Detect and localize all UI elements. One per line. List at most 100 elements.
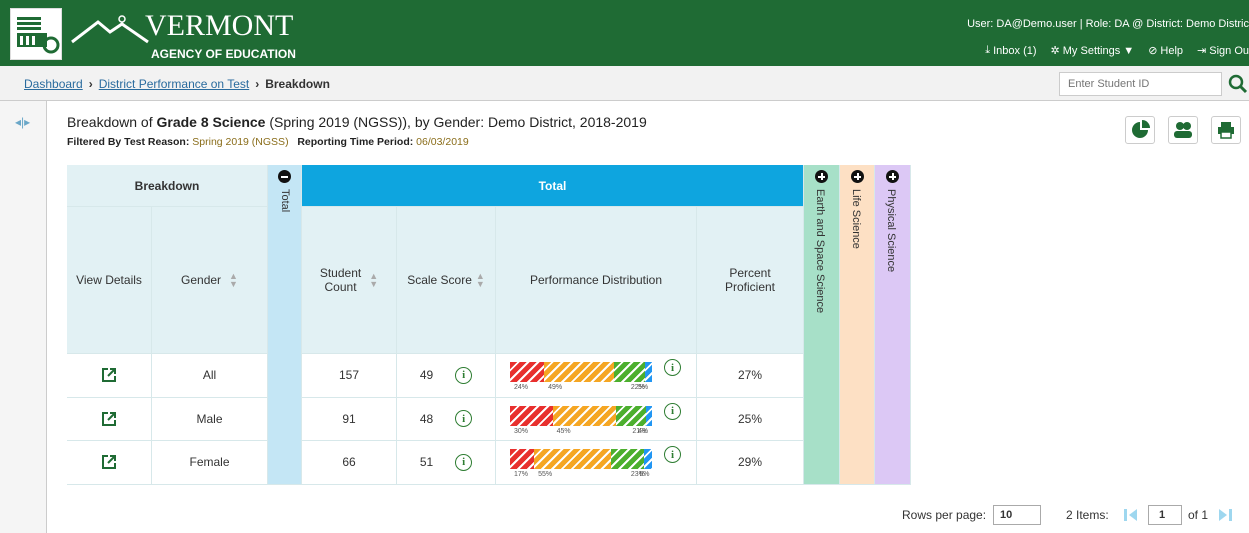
distribution-segment (510, 449, 534, 469)
page-number-input[interactable]: 1 (1148, 505, 1182, 525)
distribution-label: 30% (514, 427, 529, 435)
help-label: Help (1160, 44, 1184, 57)
distribution-segment (644, 362, 652, 382)
title-suffix: (Spring 2019 (NGSS)), by Gender: Demo Di… (265, 114, 647, 130)
gender-header[interactable]: Gender ▲ ▼ (152, 207, 268, 354)
info-icon[interactable]: i (664, 359, 681, 376)
sort-icon[interactable]: ▲ ▼ (229, 271, 238, 288)
filter-line: Filtered By Test Reason: Spring 2019 (NG… (67, 136, 469, 148)
info-icon[interactable]: i (455, 453, 473, 471)
sort-icon[interactable]: ▲ ▼ (369, 271, 378, 288)
external-link-icon[interactable] (101, 411, 117, 427)
chart-view-button[interactable] (1125, 116, 1155, 144)
distribution-segment (533, 449, 612, 469)
expand-earth-icon[interactable] (815, 170, 828, 183)
breadcrumb-dashboard[interactable]: Dashboard (24, 77, 83, 91)
sign-out-label: Sign Ou (1209, 44, 1249, 57)
distribution-segment (611, 449, 644, 469)
expand-life-icon[interactable] (851, 170, 864, 183)
help-link[interactable]: ⊘ Help (1148, 44, 1184, 58)
help-icon: ⊘ (1148, 45, 1158, 57)
printer-icon (1218, 122, 1234, 139)
distribution-label: 55% (538, 471, 553, 478)
filter-reason-label: Filtered By Test Reason: (67, 136, 190, 148)
distribution-segment (544, 362, 614, 382)
title-subject: Grade 8 Science (156, 114, 266, 130)
percent-proficient-value: 29% (737, 455, 763, 470)
view-details-cell[interactable] (67, 441, 152, 485)
distribution-label: 49% (548, 384, 563, 391)
page-total: of 1 (1188, 508, 1209, 522)
inbox-link[interactable]: ⤓ Inbox (1) (985, 44, 1036, 57)
search-icon[interactable] (1228, 74, 1248, 94)
student-count-header-label: Student Count (319, 266, 362, 294)
external-link-icon[interactable] (101, 454, 117, 470)
distribution-bar (510, 362, 652, 382)
breadcrumb-separator: › (88, 77, 93, 91)
group-view-button[interactable] (1168, 116, 1198, 144)
breadcrumb-bar: Dashboard › District Performance on Test › B… (0, 66, 1249, 101)
student-count-value: 66 (342, 455, 356, 470)
distribution-segment (613, 362, 645, 382)
sign-out-link[interactable]: ⇥ Sign Ou (1197, 44, 1249, 58)
scale-score-header[interactable]: Scale Score ▲ ▼ (397, 207, 496, 354)
collapse-total-icon[interactable] (278, 170, 291, 183)
distribution-label: 4% (638, 427, 649, 435)
external-link-icon[interactable] (101, 367, 117, 383)
users-icon (1174, 122, 1192, 138)
sidebar-toggle-icon[interactable]: ◂|▸ (15, 115, 30, 129)
info-icon[interactable]: i (664, 446, 681, 463)
top-nav: ⤓ Inbox (1) ✲ My Settings ▼ ⊘ Help ⇥ Sign Ou (985, 44, 1249, 57)
info-icon[interactable]: i (455, 410, 473, 428)
next-page-icon[interactable] (1216, 506, 1234, 524)
distribution-label: 17% (514, 471, 529, 478)
scale-score-cell: 51 i (397, 441, 496, 485)
performance-distribution-cell: 24% 49% 22% 5% i (496, 354, 697, 398)
gender-cell: All (152, 354, 268, 398)
percent-proficient-header: Percent Proficient (697, 207, 804, 354)
student-count-cell: 66 (302, 441, 397, 485)
gender-value: All (202, 368, 217, 383)
breadcrumb: Dashboard › District Performance on Test › B… (24, 77, 330, 91)
distribution-label: 24% (514, 384, 529, 391)
vermont-state-logo (10, 8, 62, 60)
info-icon[interactable]: i (455, 366, 473, 384)
life-science-label: Life Science (850, 189, 862, 249)
gender-value: Male (196, 411, 223, 426)
breadcrumb-district-performance[interactable]: District Performance on Test (99, 77, 250, 91)
student-count-header[interactable]: Student Count ▲ ▼ (302, 207, 397, 354)
scale-score-value: 48 (419, 411, 434, 426)
logo-subtitle: AGENCY OF EDUCATION (151, 47, 296, 61)
view-details-cell[interactable] (67, 354, 152, 398)
rows-per-page-label: Rows per page: (902, 508, 987, 522)
distribution-label: 5% (638, 384, 649, 391)
gender-value: Female (189, 455, 230, 470)
scale-score-cell: 48 i (397, 397, 496, 441)
filter-period-label: Reporting Time Period: (297, 136, 414, 148)
distribution-segment (616, 405, 647, 426)
print-button[interactable] (1211, 116, 1241, 144)
percent-proficient-cell: 29% (697, 441, 804, 485)
info-icon[interactable]: i (664, 402, 681, 420)
settings-menu[interactable]: ✲ My Settings ▼ (1050, 44, 1135, 58)
distribution-segment (552, 405, 617, 426)
sort-icon[interactable]: ▲ ▼ (476, 271, 485, 288)
percent-proficient-cell: 25% (697, 397, 804, 441)
sign-out-icon: ⇥ (1197, 45, 1207, 57)
expand-physical-icon[interactable] (886, 170, 899, 183)
logo-title: VERMONT (145, 9, 294, 42)
gear-icon: ✲ (1050, 45, 1060, 57)
student-id-input[interactable] (1059, 72, 1222, 96)
total-collapsed-label: Total (279, 189, 291, 213)
percent-proficient-value: 27% (737, 368, 763, 383)
filter-reason-value: Spring 2019 (NGSS) (192, 136, 289, 148)
gender-cell: Female (152, 441, 268, 485)
rows-per-page-input[interactable]: 10 (993, 505, 1041, 525)
view-details-cell[interactable] (67, 397, 152, 441)
gender-cell: Male (152, 397, 268, 441)
item-count: 2 Items: (1066, 508, 1109, 522)
inbox-label: Inbox (1) (993, 44, 1037, 57)
breadcrumb-separator: › (255, 77, 260, 91)
pie-chart-icon (1132, 120, 1150, 138)
previous-page-icon[interactable] (1122, 506, 1140, 524)
